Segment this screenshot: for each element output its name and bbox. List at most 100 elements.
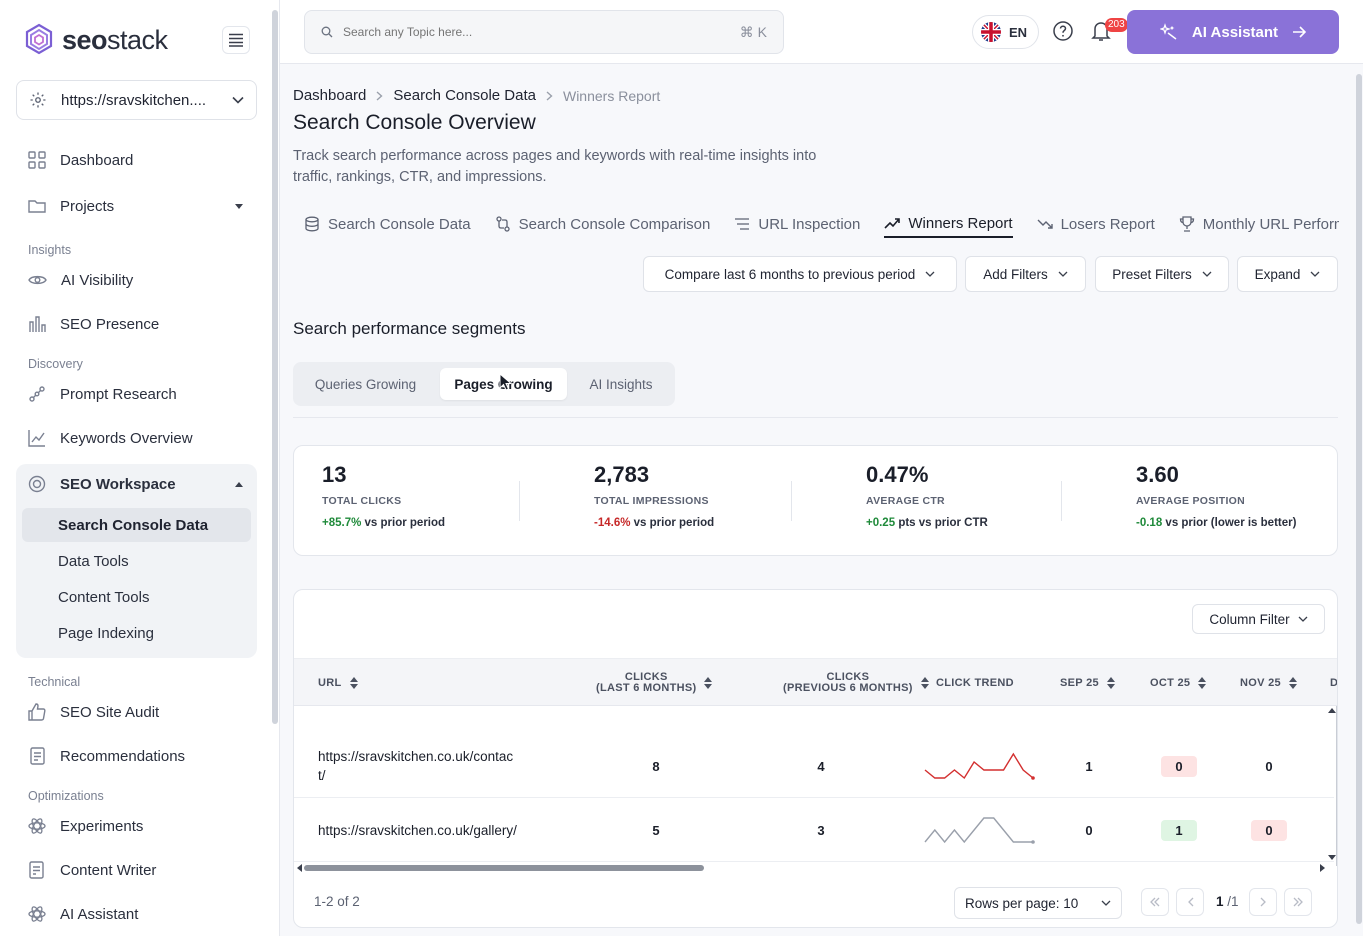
main-scrollbar[interactable] [1356, 74, 1362, 924]
sidebar-subitem-page-indexing[interactable]: Page Indexing [22, 616, 251, 650]
folder-icon [28, 198, 46, 214]
document-edit-icon [28, 861, 46, 879]
table-horizontal-scrollbar[interactable] [304, 865, 704, 871]
column-header-sep[interactable]: SEP 25 [1060, 659, 1115, 707]
next-page-button[interactable] [1249, 888, 1277, 916]
page-indicator: 1 /1 [1216, 894, 1239, 909]
segments-title: Search performance segments [293, 319, 526, 338]
stat-value: 2,783 [594, 462, 650, 487]
list-filter-icon [734, 217, 750, 231]
ai-assistant-button[interactable]: AI Assistant [1127, 10, 1339, 54]
column-filter-button[interactable]: Column Filter [1192, 604, 1325, 634]
column-header-url[interactable]: URL [318, 659, 358, 707]
compare-period-select[interactable]: Compare last 6 months to previous period [643, 256, 957, 292]
stat-change: +85.7% vs prior period [322, 517, 446, 529]
add-filters-button[interactable]: Add Filters [965, 256, 1086, 292]
sidebar-item-seo-workspace[interactable]: SEO Workspace [28, 472, 243, 496]
scroll-up-icon[interactable] [1328, 708, 1336, 713]
help-icon[interactable] [1052, 20, 1074, 42]
tab-search-console-data[interactable]: Search Console Data [304, 210, 471, 238]
tab-monthly-url-performance[interactable]: Monthly URL Perform [1179, 210, 1339, 238]
menu-toggle-icon[interactable] [222, 26, 250, 54]
global-search[interactable]: ⌘ K [304, 10, 784, 54]
previous-page-button[interactable] [1176, 888, 1204, 916]
scroll-right-icon[interactable] [1320, 864, 1325, 872]
sparkline-path [924, 752, 1034, 780]
sidebar-item-label: AI Assistant [60, 905, 139, 923]
stat-total-clicks: 13 TOTAL CLICKS +85.7% vs prior period [322, 462, 445, 529]
preset-filters-button[interactable]: Preset Filters [1095, 256, 1229, 292]
tab-losers-report[interactable]: Losers Report [1037, 210, 1155, 238]
sidebar-item-projects[interactable]: Projects [28, 194, 243, 218]
tab-label: Winners Report [908, 214, 1013, 232]
segment-tab-queries-growing[interactable]: Queries Growing [299, 368, 432, 400]
stat-divider [791, 481, 792, 521]
search-input[interactable] [343, 25, 730, 39]
arrow-right-icon [1292, 26, 1307, 38]
sidebar-item-ai-assistant[interactable]: AI Assistant [28, 902, 138, 926]
table-row[interactable]: https://sravskitchen.co.uk/contact/ 8 4 … [294, 734, 1334, 798]
gear-icon [29, 91, 47, 109]
sidebar-subitem-content-tools[interactable]: Content Tools [22, 580, 251, 614]
tab-label: Search Console Data [328, 215, 471, 233]
column-filter-label: Column Filter [1209, 611, 1290, 627]
segment-tab-ai-insights[interactable]: AI Insights [575, 368, 667, 400]
topbar: ⌘ K EN 203 AI Assistant [280, 0, 1363, 64]
row-url[interactable]: https://sravskitchen.co.uk/gallery/ [318, 821, 518, 840]
rows-per-page-select[interactable]: Rows per page: 10 [954, 887, 1122, 919]
atom-icon [28, 817, 46, 835]
stat-change: -0.18 vs prior (lower is better) [1136, 517, 1297, 529]
section-label-discovery: Discovery [28, 357, 83, 371]
sort-icon [1106, 677, 1115, 689]
tab-winners-report[interactable]: Winners Report [884, 210, 1013, 238]
first-page-button[interactable] [1141, 888, 1169, 916]
table-row[interactable]: https://sravskitchen.co.uk/gallery/ 5 3 … [294, 798, 1334, 862]
sidebar-item-label: AI Visibility [61, 271, 134, 289]
stat-label: TOTAL CLICKS [322, 495, 402, 507]
sidebar-item-prompt-research[interactable]: Prompt Research [28, 382, 177, 406]
caret-up-icon [235, 481, 243, 487]
table-vertical-scrollbar[interactable] [1336, 706, 1337, 866]
sidebar-item-content-writer[interactable]: Content Writer [28, 858, 156, 882]
preset-filters-label: Preset Filters [1112, 266, 1192, 282]
tab-search-console-comparison[interactable]: Search Console Comparison [495, 210, 710, 238]
logo[interactable]: seostack [24, 23, 168, 57]
sidebar-item-keywords-overview[interactable]: Keywords Overview [28, 426, 193, 450]
sidebar-item-recommendations[interactable]: Recommendations [28, 744, 185, 768]
tab-url-inspection[interactable]: URL Inspection [734, 210, 860, 238]
sidebar-subitem-data-tools[interactable]: Data Tools [22, 544, 251, 578]
language-selector[interactable]: EN [972, 15, 1039, 49]
sidebar-item-seo-site-audit[interactable]: SEO Site Audit [28, 700, 159, 724]
stat-label: AVERAGE POSITION [1136, 495, 1246, 507]
trending-down-icon [1037, 218, 1053, 230]
sidebar: seostack https://sravskitchen.... Dashbo… [0, 0, 280, 936]
scroll-left-icon[interactable] [297, 864, 302, 872]
sidebar-item-dashboard[interactable]: Dashboard [28, 148, 133, 172]
thumbs-up-icon [28, 703, 46, 721]
sort-icon [920, 677, 929, 689]
column-header-nov[interactable]: NOV 25 [1240, 659, 1297, 707]
row-nov: 0 [1265, 758, 1273, 774]
column-header-clicks-previous[interactable]: CLICKS (PREVIOUS 6 MONTHS) [783, 659, 929, 707]
chevron-down-icon [1101, 900, 1111, 906]
sidebar-item-seo-presence[interactable]: SEO Presence [28, 312, 159, 336]
row-url[interactable]: https://sravskitchen.co.uk/contact/ [318, 747, 518, 785]
sidebar-scrollbar[interactable] [272, 10, 278, 724]
site-selector-value: https://sravskitchen.... [61, 91, 207, 109]
column-header-oct[interactable]: OCT 25 [1150, 659, 1207, 707]
last-page-button[interactable] [1284, 888, 1312, 916]
column-header-click-trend: CLICK TREND [936, 677, 1014, 689]
expand-button[interactable]: Expand [1237, 256, 1338, 292]
trending-up-icon [884, 217, 901, 229]
sidebar-item-ai-visibility[interactable]: AI Visibility [28, 268, 133, 292]
add-filters-label: Add Filters [983, 266, 1048, 282]
scroll-down-icon[interactable] [1328, 855, 1336, 860]
chevron-down-icon [1202, 271, 1212, 277]
site-selector[interactable]: https://sravskitchen.... [16, 80, 257, 120]
sidebar-subitem-search-console-data[interactable]: Search Console Data [22, 508, 251, 542]
document-list-icon [28, 747, 46, 765]
column-header-clicks-last[interactable]: CLICKS (LAST 6 MONTHS) [596, 659, 713, 707]
sidebar-item-experiments[interactable]: Experiments [28, 814, 143, 838]
column-header-dec[interactable]: D [1330, 659, 1337, 707]
section-label-insights: Insights [28, 243, 72, 257]
